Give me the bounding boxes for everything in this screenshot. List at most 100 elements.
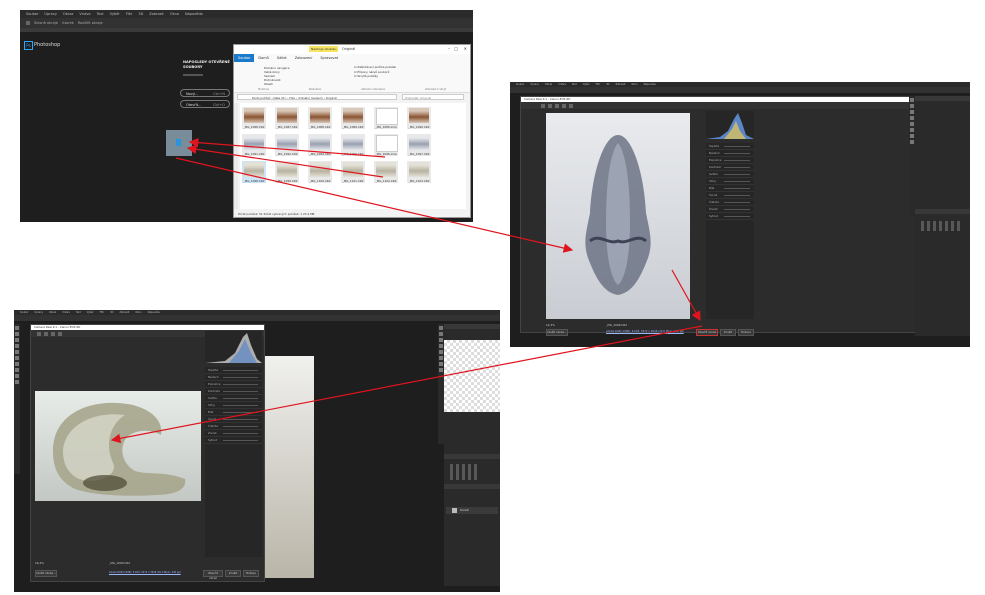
tool-icon[interactable] xyxy=(15,344,19,348)
slider-row[interactable]: Živost xyxy=(205,430,262,437)
image-preview[interactable] xyxy=(546,113,690,319)
menu-item[interactable]: Vrstva xyxy=(558,83,566,86)
image-preview[interactable] xyxy=(35,391,201,501)
slider-track[interactable] xyxy=(724,216,750,217)
white-balance-icon[interactable] xyxy=(51,331,55,336)
address-bar[interactable]: Tento počítač › Data (D:) › Foto › Virtu… xyxy=(237,94,397,100)
slider-track[interactable] xyxy=(223,426,258,427)
file-thumbnail[interactable]: _MG_1092.CR2 xyxy=(275,134,299,156)
menu-item[interactable]: 3D xyxy=(606,83,609,86)
ribbon-tab[interactable]: Zobrazení xyxy=(291,54,317,62)
menu-item[interactable]: 3D xyxy=(110,311,113,314)
slider-row[interactable]: Čistota xyxy=(205,423,262,430)
slider-row[interactable]: Živost xyxy=(706,206,754,213)
crop-icon[interactable] xyxy=(562,103,566,108)
slider-row[interactable]: Teplota xyxy=(706,143,754,150)
slider-row[interactable]: Expozice xyxy=(706,157,754,164)
zoom-level[interactable]: 16,4% xyxy=(35,561,44,565)
menu-item[interactable]: 3D xyxy=(138,12,143,16)
slider-track[interactable] xyxy=(223,412,258,413)
menu-item[interactable]: Okno xyxy=(631,83,637,86)
option-label[interactable]: Vzorek xyxy=(62,21,74,25)
menu-item[interactable]: Obraz xyxy=(63,12,73,16)
tool-icon[interactable] xyxy=(910,128,914,132)
menu-item[interactable]: Okno xyxy=(170,12,179,16)
move-tool-icon[interactable] xyxy=(26,21,30,25)
file-thumbnail[interactable]: _MG_1097.CR2 xyxy=(407,134,431,156)
zoom-tool-icon[interactable] xyxy=(37,331,41,336)
tool-icon[interactable] xyxy=(439,368,443,372)
slider-track[interactable] xyxy=(724,209,750,210)
slider-track[interactable] xyxy=(223,405,258,406)
file-thumbnail[interactable]: _MG_1103.CR2 xyxy=(407,161,431,183)
menu-item[interactable]: Nápověda xyxy=(148,311,160,314)
slider-row[interactable]: Kontrast xyxy=(205,388,262,395)
file-thumbnail[interactable]: _MG_1098.CR2 xyxy=(242,107,266,129)
minimize-icon[interactable]: – xyxy=(448,46,450,51)
tool-icon[interactable] xyxy=(910,116,914,120)
menu-item[interactable]: Soubor xyxy=(26,12,38,16)
file-thumbnail[interactable]: _MG_1096.CR2 xyxy=(341,134,365,156)
slider-row[interactable]: Stíny xyxy=(706,178,754,185)
menu-item[interactable]: Okno xyxy=(135,311,141,314)
white-balance-icon[interactable] xyxy=(555,103,559,108)
slider-row[interactable]: Kontrast xyxy=(706,164,754,171)
slider-track[interactable] xyxy=(724,146,750,147)
slider-track[interactable] xyxy=(223,440,258,441)
slider-track[interactable] xyxy=(223,433,258,434)
slider-row[interactable]: Sytost xyxy=(205,437,262,444)
open-file-button[interactable]: Otevřít... Ctrl+O xyxy=(180,100,230,108)
menu-item[interactable]: Soubor xyxy=(20,311,28,314)
checkbox-item[interactable]: ☑ Skryté položky xyxy=(354,74,396,79)
tool-icon[interactable] xyxy=(439,338,443,342)
menu-item[interactable]: Soubor xyxy=(516,83,524,86)
slider-row[interactable]: Teplota xyxy=(205,367,262,374)
menu-item[interactable]: Vrstva xyxy=(62,311,70,314)
slider-track[interactable] xyxy=(724,153,750,154)
tool-icon[interactable] xyxy=(910,110,914,114)
slider-track[interactable] xyxy=(223,384,258,385)
close-icon[interactable]: ✕ xyxy=(464,46,467,51)
slider-row[interactable]: Černé xyxy=(706,192,754,199)
slider-track[interactable] xyxy=(724,188,750,189)
layer-row[interactable]: Pozadí xyxy=(446,507,498,514)
menu-item[interactable]: Text xyxy=(572,83,577,86)
file-thumbnail[interactable]: _MG_1100.CR2 xyxy=(308,161,332,183)
option-label[interactable]: Rozšířit okraje xyxy=(78,21,103,25)
save-image-button[interactable]: Uložit obraz... xyxy=(35,570,57,577)
done-button[interactable]: Hotovo xyxy=(738,329,754,336)
slider-row[interactable]: Černé xyxy=(205,416,262,423)
menu-item[interactable]: Úpravy xyxy=(44,12,57,16)
menu-item[interactable]: Zobrazit xyxy=(119,311,129,314)
menu-item[interactable]: Výběr xyxy=(87,311,94,314)
slider-row[interactable]: Čistota xyxy=(706,199,754,206)
tool-icon[interactable] xyxy=(15,368,19,372)
file-thumbnail[interactable]: _MG_1091.CR2 xyxy=(242,134,266,156)
hand-tool-icon[interactable] xyxy=(548,103,552,108)
tool-icon[interactable] xyxy=(15,326,19,330)
open-image-button[interactable]: Otevřít obraz xyxy=(696,329,718,336)
ribbon-tab[interactable]: Sdílet xyxy=(273,54,291,62)
tool-icon[interactable] xyxy=(910,134,914,138)
slider-row[interactable]: Světla xyxy=(205,395,262,402)
tool-icon[interactable] xyxy=(910,98,914,102)
slider-track[interactable] xyxy=(724,174,750,175)
done-button[interactable]: Hotovo xyxy=(243,570,259,577)
slider-track[interactable] xyxy=(223,377,258,378)
file-thumbnail[interactable]: _MG_1094.CR2 xyxy=(308,134,332,156)
tool-icon[interactable] xyxy=(15,356,19,360)
ribbon-tab[interactable]: Spravovat xyxy=(316,54,342,62)
tool-icon[interactable] xyxy=(15,362,19,366)
menu-item[interactable]: Úpravy xyxy=(530,83,539,86)
maximize-icon[interactable]: □ xyxy=(454,46,458,51)
tool-icon[interactable] xyxy=(15,374,19,378)
slider-row[interactable]: Stíny xyxy=(205,402,262,409)
tool-icon[interactable] xyxy=(15,380,19,384)
rotate-icon[interactable] xyxy=(569,103,573,108)
cancel-button[interactable]: Zrušit xyxy=(225,570,241,577)
drag-file-ghost[interactable] xyxy=(166,130,192,156)
search-box[interactable]: Prohledat: Originál xyxy=(402,94,464,100)
option-label[interactable]: Sklonit okraje xyxy=(34,21,58,25)
file-thumbnail[interactable]: _MG_1102.CR2 xyxy=(374,161,398,183)
menu-item[interactable]: Nápověda xyxy=(185,12,203,16)
